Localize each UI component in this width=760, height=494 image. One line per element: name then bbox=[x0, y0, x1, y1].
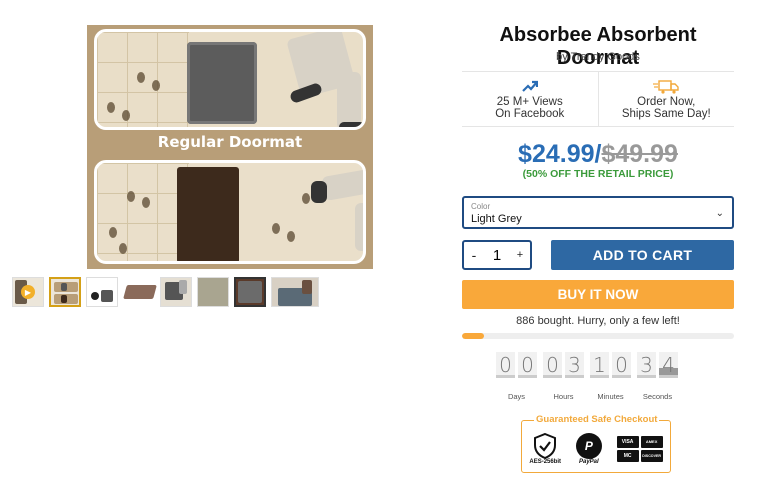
paypal-icon: P bbox=[575, 432, 602, 459]
quantity-input[interactable] bbox=[484, 246, 510, 264]
comparison-panel-regular bbox=[94, 160, 366, 264]
countdown-digit: 0 bbox=[518, 352, 537, 378]
chevron-down-icon: ⌄ bbox=[715, 208, 724, 219]
discount-note: (50% OFF THE RETAIL PRICE) bbox=[522, 168, 674, 180]
countdown-digit: 0 bbox=[543, 352, 562, 378]
stock-message: 886 bought. Hurry, only a few left! bbox=[516, 315, 680, 327]
original-price: $49.99 bbox=[601, 140, 678, 168]
shield-check-icon bbox=[534, 432, 557, 459]
mastercard-icon: MC bbox=[616, 449, 639, 462]
price-display: $24.99/$49.99 bbox=[462, 140, 734, 169]
thumbnail-5[interactable] bbox=[197, 277, 229, 307]
play-icon: ▶ bbox=[21, 285, 35, 299]
countdown-minutes: 1 0 Minutes bbox=[590, 352, 631, 401]
thumbnail-video[interactable]: ▶ bbox=[12, 277, 44, 307]
color-select[interactable]: Color Light Grey ⌄ bbox=[462, 196, 734, 229]
quantity-stepper: - + bbox=[462, 240, 532, 270]
image-caption: Regular Doormat bbox=[157, 133, 303, 151]
thumbnail-strip: ▶ bbox=[12, 277, 319, 307]
countdown-days: 0 0 Days bbox=[496, 352, 537, 401]
paypal-label: PayPal bbox=[578, 458, 599, 465]
comparison-panel-absorbee bbox=[94, 29, 366, 130]
countdown-digit: 0 bbox=[496, 352, 515, 378]
safe-checkout-title: Guaranteed Safe Checkout bbox=[534, 414, 660, 425]
countdown-digit: 3 bbox=[637, 352, 656, 378]
thumbnail-4[interactable] bbox=[160, 277, 192, 307]
card-logos: VISA AMEX MC DISCOVER bbox=[616, 435, 663, 462]
product-main-image[interactable]: Regular Doormat bbox=[87, 25, 373, 269]
amex-icon: AMEX bbox=[640, 435, 663, 448]
quantity-decrease-button[interactable]: - bbox=[464, 247, 484, 263]
countdown-label-days: Days bbox=[507, 392, 526, 401]
color-select-value: Light Grey bbox=[471, 213, 522, 225]
aes-lock-badge: AES-256bit bbox=[529, 432, 562, 465]
stock-progress-bar bbox=[462, 333, 734, 339]
countdown-digit: 3 bbox=[565, 352, 584, 378]
thumbnail-6[interactable] bbox=[234, 277, 266, 307]
feature-shipping-line2: Ships Same Day! bbox=[621, 108, 711, 120]
feature-views-line2: On Facebook bbox=[495, 108, 565, 120]
product-title: Absorbee Absorbent Doormat bbox=[499, 24, 697, 69]
color-select-label: Color bbox=[471, 202, 491, 211]
thumbnail-7[interactable] bbox=[271, 277, 319, 307]
safe-checkout-badge: Guaranteed Safe Checkout AES-256bit P Pa… bbox=[521, 414, 671, 473]
grey-doormat-photo bbox=[187, 42, 257, 124]
countdown-digit: 4 bbox=[659, 352, 678, 378]
countdown-label-minutes: Minutes bbox=[597, 392, 624, 401]
thumbnail-1[interactable] bbox=[49, 277, 81, 307]
countdown-hours: 0 3 Hours bbox=[543, 352, 584, 401]
stock-progress-fill bbox=[462, 333, 484, 339]
feature-views-line1: 25 M+ Views bbox=[496, 96, 563, 108]
feature-shipping: Order Now, Ships Same Day! bbox=[597, 72, 735, 126]
discover-icon: DISCOVER bbox=[640, 449, 663, 462]
countdown-timer: 0 0 Days 0 3 Hours 1 0 Minutes 3 4 Secon… bbox=[496, 352, 684, 401]
feature-shipping-line1: Order Now, bbox=[637, 96, 696, 108]
countdown-seconds: 3 4 Seconds bbox=[637, 352, 678, 401]
paypal-badge: P PayPal bbox=[575, 432, 602, 465]
current-price: $24.99 bbox=[518, 140, 595, 168]
brown-doormat-photo bbox=[177, 167, 239, 261]
quantity-increase-button[interactable]: + bbox=[510, 249, 530, 261]
feature-views: 25 M+ Views On Facebook bbox=[462, 72, 598, 126]
countdown-label-hours: Hours bbox=[553, 392, 574, 401]
countdown-label-seconds: Seconds bbox=[642, 392, 673, 401]
add-to-cart-button[interactable]: ADD TO CART bbox=[551, 240, 734, 270]
feature-highlights: 25 M+ Views On Facebook Order Now, Ships… bbox=[462, 71, 734, 127]
buy-now-button[interactable]: BUY IT NOW bbox=[462, 280, 734, 309]
thumbnail-2[interactable] bbox=[86, 277, 118, 307]
visa-icon: VISA bbox=[616, 435, 639, 448]
countdown-digit: 1 bbox=[590, 352, 609, 378]
thumbnail-3[interactable] bbox=[123, 277, 157, 307]
trending-up-icon bbox=[462, 80, 598, 94]
aes-label: AES-256bit bbox=[529, 458, 562, 465]
countdown-digit: 0 bbox=[612, 352, 631, 378]
fast-truck-icon bbox=[599, 80, 735, 94]
vendor-byline: by Trendy Goods bbox=[556, 51, 640, 63]
